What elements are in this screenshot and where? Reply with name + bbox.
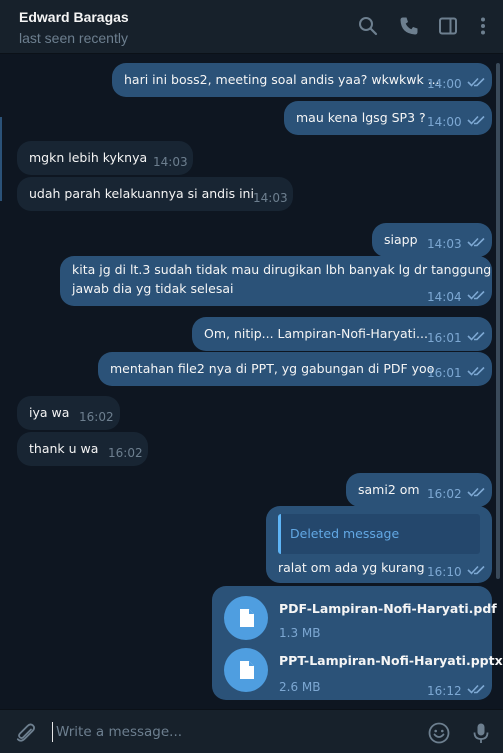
message-outgoing[interactable]: mau kena lgsg SP3 ? 14:00	[284, 101, 492, 135]
read-checkmarks-icon	[467, 366, 485, 376]
message-incoming[interactable]: thank u wa 16:02	[17, 432, 148, 466]
search-icon[interactable]	[357, 15, 379, 37]
file-size: 2.6 MB	[279, 680, 321, 694]
read-checkmarks-icon	[467, 487, 485, 497]
message-outgoing-reply[interactable]: Deleted message ralat om ada yg kurang 1…	[266, 506, 492, 583]
message-time: 14:04	[427, 290, 462, 304]
contact-status: last seen recently	[19, 30, 128, 46]
message-outgoing[interactable]: mentahan file2 nya di PPT, yg gabungan d…	[98, 352, 492, 386]
message-time: 16:02	[108, 446, 143, 460]
message-text: mentahan file2 nya di PPT, yg gabungan d…	[110, 361, 435, 376]
message-time: 16:12	[427, 684, 462, 698]
read-checkmarks-icon	[467, 77, 485, 87]
emoji-icon[interactable]	[427, 721, 451, 745]
message-time: 14:03	[427, 237, 462, 251]
message-incoming[interactable]: mgkn lebih kyknya 14:03	[17, 141, 193, 175]
reply-quote[interactable]: Deleted message	[278, 514, 480, 554]
message-incoming[interactable]: udah parah kelakuannya si andis ini 14:0…	[17, 177, 293, 211]
file-name[interactable]: PPT-Lampiran-Nofi-Haryati.pptx	[279, 651, 503, 671]
message-text: siapp	[384, 232, 418, 247]
message-text: udah parah kelakuannya si andis ini	[29, 186, 254, 201]
message-text-line1: kita jg di lt.3 sudah tidak mau dirugika…	[72, 262, 492, 277]
message-input[interactable]	[52, 722, 412, 742]
more-icon[interactable]	[472, 15, 494, 37]
message-outgoing[interactable]: Om, nitip... Lampiran-Nofi-Haryati... 16…	[192, 317, 492, 351]
message-composer	[0, 709, 503, 753]
file-size: 1.3 MB	[279, 626, 321, 640]
message-text: Om, nitip... Lampiran-Nofi-Haryati...	[204, 326, 428, 341]
read-checkmarks-icon	[467, 115, 485, 125]
message-text: hari ini boss2, meeting soal andis yaa? …	[124, 72, 440, 87]
microphone-icon[interactable]	[469, 721, 493, 745]
message-time: 14:03	[153, 155, 188, 169]
contact-name[interactable]: Edward Baragas	[19, 9, 129, 25]
message-outgoing[interactable]: kita jg di lt.3 sudah tidak mau dirugika…	[60, 256, 492, 306]
file-name[interactable]: PDF-Lampiran-Nofi-Haryati.pdf	[279, 599, 497, 619]
message-time: 16:02	[427, 487, 462, 501]
message-outgoing[interactable]: sami2 om 16:02	[346, 473, 492, 507]
attach-icon[interactable]	[14, 721, 38, 745]
message-time: 14:03	[253, 191, 288, 205]
message-text: iya wa	[29, 405, 70, 420]
message-incoming[interactable]: iya wa 16:02	[17, 396, 120, 430]
message-text: sami2 om	[358, 482, 420, 497]
message-time: 16:02	[79, 410, 114, 424]
message-time: 16:01	[427, 331, 462, 345]
message-time: 14:00	[427, 115, 462, 129]
unread-marker	[0, 117, 2, 201]
read-checkmarks-icon	[467, 331, 485, 341]
message-text-line2: jawab dia yg tidak selesai	[72, 281, 234, 296]
message-outgoing-files[interactable]: PDF-Lampiran-Nofi-Haryati.pdf 1.3 MB PPT…	[212, 586, 503, 700]
read-checkmarks-icon	[467, 237, 485, 247]
message-text: mau kena lgsg SP3 ?	[296, 110, 426, 125]
message-time: 16:10	[427, 565, 462, 579]
message-text: thank u wa	[29, 441, 99, 456]
phone-icon[interactable]	[398, 15, 420, 37]
message-text: mgkn lebih kyknya	[29, 150, 148, 165]
message-time: 14:00	[427, 77, 462, 91]
chat-header: Edward Baragas last seen recently	[0, 0, 503, 54]
message-outgoing[interactable]: hari ini boss2, meeting soal andis yaa? …	[112, 63, 492, 97]
reply-quote-text: Deleted message	[290, 526, 400, 541]
read-checkmarks-icon	[467, 290, 485, 300]
sidebar-toggle-icon[interactable]	[437, 15, 459, 37]
file-icon[interactable]	[224, 648, 268, 692]
file-icon[interactable]	[224, 596, 268, 640]
message-outgoing[interactable]: siapp 14:03	[372, 223, 492, 257]
read-checkmarks-icon	[467, 565, 485, 575]
message-list[interactable]: hari ini boss2, meeting soal andis yaa? …	[0, 55, 503, 709]
scrollbar[interactable]	[496, 63, 500, 579]
read-checkmarks-icon	[467, 684, 485, 694]
message-time: 16:01	[427, 366, 462, 380]
message-text: ralat om ada yg kurang	[278, 560, 425, 575]
